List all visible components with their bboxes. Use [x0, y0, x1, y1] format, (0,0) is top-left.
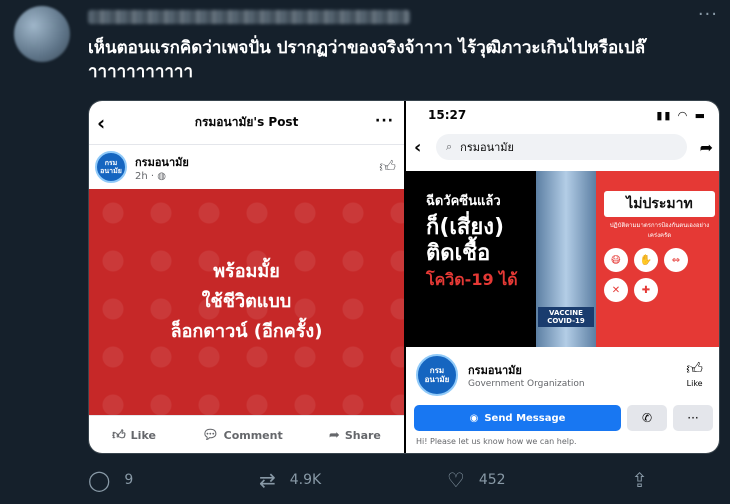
signal-wifi-battery-icon: ▮▮ ◠ ▬ [656, 108, 707, 122]
banner-line: ใช้ชีวิตแบบ [201, 291, 292, 312]
search-icon: ⌕ [446, 140, 453, 153]
post-more-icon: ··· [375, 113, 394, 129]
page-logo: กรม อนามัย [95, 151, 127, 183]
post-banner: พร้อมมั้ย ใช้ชีวิตแบบ ล็อกดาวน์ (อีกครั้… [89, 189, 404, 415]
tweet-media[interactable]: ‹ กรมอนามัย's Post ··· กรม อนามัย กรมอนา… [88, 100, 720, 454]
ad-right-title: ไม่ประมาท [604, 191, 715, 217]
tweet-actions: ◯ 9 ⇄ 4.9K ♡ 452 ⇪ [88, 468, 648, 492]
thumbs-up-icon: 👍︎ [379, 157, 396, 176]
search-value: กรมอนามัย [460, 141, 514, 154]
page-like-label: Like [686, 379, 703, 388]
post-author: กรม อนามัย กรมอนามัย 2h · ◍ 👍︎ [89, 145, 404, 189]
handwash-icon: ✋ [634, 248, 658, 272]
status-time: 15:27 [428, 108, 467, 122]
cover-banner: ฉีดวัคซีนแล้ว ก็(เสี่ยง) ติดเชื้อ โควิด-… [406, 171, 719, 347]
share-icon: ⇪ [631, 468, 648, 492]
phone-icon: ✆ [641, 411, 653, 425]
fb-search-row: ‹ ⌕ กรมอนามัย ➦ [406, 129, 719, 165]
call-button: ✆ [627, 405, 667, 431]
send-message-button: ◉ Send Message [414, 405, 621, 431]
mask-icon: 😷︎ [604, 248, 628, 272]
retweet-count: 4.9K [289, 472, 322, 488]
like-action: 👍︎ Like [112, 428, 156, 443]
distance-icon: ⇔ [664, 248, 688, 272]
tweet-text: เห็นตอนแรกคิดว่าเพจปั่น ปรากฏว่าของจริงจ… [88, 38, 646, 82]
no-sharing-icon: ✕ [604, 278, 628, 302]
post-time: 2h · ◍ [135, 170, 166, 182]
banner-line: ล็อกดาวน์ (อีกครั้ง) [170, 321, 323, 342]
page-logo: กรม อนามัย [416, 354, 458, 396]
more-options-icon[interactable]: ··· [698, 4, 718, 25]
author-name: กรมอนามัย [135, 155, 189, 169]
page-like: 👍︎ Like [686, 359, 703, 388]
share-label: Share [344, 429, 381, 442]
messenger-icon: ◉ [469, 412, 479, 424]
page-info-row: กรม อนามัย กรมอนามัย Government Organiza… [406, 347, 719, 403]
ad-line: โควิด-19 ได้ [426, 270, 518, 289]
comment-icon: 💬︎ [202, 428, 219, 443]
ad-line: ติดเชื้อ [426, 241, 491, 266]
ad-line: ฉีดวัคซีนแล้ว [426, 194, 501, 209]
share-button[interactable]: ⇪ [631, 468, 648, 492]
back-arrow-icon: ‹ [414, 136, 422, 158]
like-button[interactable]: ♡ 452 [447, 468, 506, 492]
retweet-button[interactable]: ⇄ 4.9K [259, 468, 321, 492]
avatar[interactable] [14, 6, 70, 62]
like-label: Like [130, 429, 156, 442]
ad-right-subtitle: ปฏิบัติตามมาตรการป้องกันตนเองอย่างเคร่งค… [609, 222, 710, 239]
thumbs-up-icon: 👍︎ [686, 359, 703, 378]
post-header-title: กรมอนามัย's Post [194, 115, 299, 129]
page-buttons: ◉ Send Message ✆ ··· [406, 405, 719, 431]
left-screenshot[interactable]: ‹ กรมอนามัย's Post ··· กรม อนามัย กรมอนา… [89, 101, 404, 453]
send-message-label: Send Message [484, 412, 566, 424]
ad-line: ก็(เสี่ยง) [426, 215, 505, 240]
right-screenshot[interactable]: 15:27 ▮▮ ◠ ▬ ‹ ⌕ กรมอนามัย ➦ ฉีดวัคซีนแล… [406, 101, 719, 453]
reply-count: 9 [124, 472, 134, 488]
retweet-icon: ⇄ [258, 468, 276, 492]
vial-label: VACCINE COVID-19 [538, 307, 594, 327]
reply-icon: ◯ [88, 468, 111, 492]
back-arrow-icon: ‹ [97, 111, 106, 135]
message-hint: Hi! Please let us know how we can help. [416, 437, 577, 446]
share-arrow-icon: ➦ [699, 137, 713, 157]
share-action: ➦ Share [329, 428, 381, 443]
post-header: ‹ กรมอนามัย's Post ··· [89, 101, 404, 145]
reply-button[interactable]: ◯ 9 [88, 468, 133, 492]
vaccine-vial-image: VACCINE COVID-19 [536, 171, 596, 347]
heart-icon: ♡ [446, 468, 465, 492]
thumbs-up-icon: 👍︎ [112, 428, 126, 443]
post-actions: 👍︎ Like 💬︎ Comment ➦ Share [89, 415, 404, 453]
more-button: ··· [673, 405, 713, 431]
comment-action: 💬︎ Comment [202, 428, 283, 443]
share-arrow-icon: ➦ [328, 428, 340, 443]
phone-status-bar: 15:27 ▮▮ ◠ ▬ [406, 101, 719, 129]
banner-line: พร้อมมั้ย [213, 261, 280, 282]
like-count: 452 [478, 472, 506, 488]
page-category: Government Organization [468, 379, 585, 389]
fb-search-box: ⌕ กรมอนามัย [436, 134, 687, 160]
comment-label: Comment [223, 429, 283, 442]
blurred-username [88, 10, 410, 24]
page-name: กรมอนามัย [468, 364, 522, 377]
more-dots-icon: ··· [687, 411, 699, 425]
test-icon: ✚ [634, 278, 658, 302]
